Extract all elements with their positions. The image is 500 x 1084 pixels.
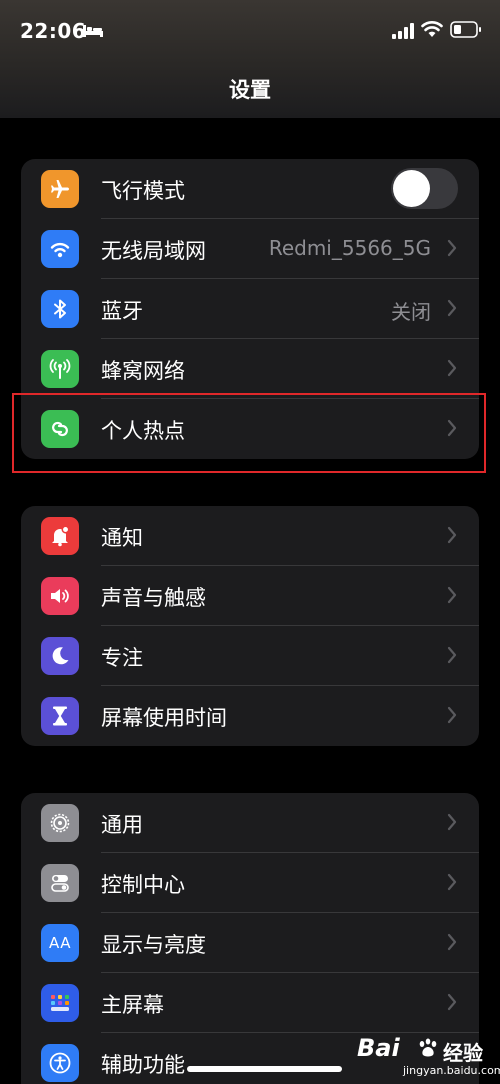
settings-row-label: 飞行模式 xyxy=(101,179,185,203)
wifi-status-icon xyxy=(421,21,443,37)
chevron-right-icon xyxy=(447,813,457,831)
watermark-suffix: 经验 xyxy=(443,1041,483,1065)
settings-row-display-brightness[interactable]: AA 显示与亮度 xyxy=(21,913,479,973)
settings-row-label: 专注 xyxy=(101,646,143,670)
home-indicator[interactable] xyxy=(187,1066,342,1072)
chevron-right-icon xyxy=(447,646,457,664)
settings-row-label: 显示与亮度 xyxy=(101,933,206,957)
baidu-jingyan-watermark: Bai 经验 jingyan.baidu.com xyxy=(357,1034,500,1080)
cellular-signal-icon xyxy=(392,23,414,39)
switches-icon xyxy=(41,864,79,902)
chevron-right-icon xyxy=(447,299,457,317)
settings-group-notifications: 通知 声音与触感 专注 屏幕使用时间 xyxy=(21,506,479,746)
settings-row-home-screen[interactable]: 主屏幕 xyxy=(21,973,479,1033)
wifi-icon xyxy=(41,230,79,268)
sleep-bed-icon xyxy=(83,25,103,37)
accessibility-icon xyxy=(41,1044,79,1082)
settings-row-wifi[interactable]: 无线局域网 Redmi_5566_5G xyxy=(21,219,479,279)
settings-row-label: 声音与触感 xyxy=(101,586,206,610)
settings-row-label: 辅助功能 xyxy=(101,1053,185,1077)
chevron-right-icon xyxy=(447,993,457,1011)
settings-row-label: 通知 xyxy=(101,526,143,550)
text-size-icon: AA xyxy=(41,924,79,962)
settings-row-screen-time[interactable]: 屏幕使用时间 xyxy=(21,686,479,746)
status-bar: 22:06 xyxy=(0,0,500,60)
settings-row-label: 蜂窝网络 xyxy=(101,359,185,383)
bluetooth-status: 关闭 xyxy=(391,300,431,324)
chevron-right-icon xyxy=(447,239,457,257)
settings-row-label: 屏幕使用时间 xyxy=(101,706,227,730)
hourglass-icon xyxy=(41,697,79,735)
antenna-icon xyxy=(41,350,79,388)
settings-row-focus[interactable]: 专注 xyxy=(21,626,479,686)
settings-row-general[interactable]: 通用 xyxy=(21,793,479,853)
settings-row-cellular[interactable]: 蜂窝网络 xyxy=(21,339,479,399)
wifi-network-name: Redmi_5566_5G xyxy=(268,236,431,260)
battery-icon xyxy=(450,21,481,38)
chevron-right-icon xyxy=(447,873,457,891)
settings-row-label: 无线局域网 xyxy=(101,239,206,263)
settings-row-label: 蓝牙 xyxy=(101,299,143,323)
chevron-right-icon xyxy=(447,586,457,604)
chevron-right-icon xyxy=(447,526,457,544)
bell-icon xyxy=(41,517,79,555)
chevron-right-icon xyxy=(447,706,457,724)
home-grid-icon xyxy=(41,984,79,1022)
status-time: 22:06 xyxy=(20,19,87,43)
settings-row-control-center[interactable]: 控制中心 xyxy=(21,853,479,913)
bluetooth-icon xyxy=(41,290,79,328)
moon-icon xyxy=(41,637,79,675)
navigation-bar: 22:06 设置 xyxy=(0,0,500,118)
settings-row-label: 主屏幕 xyxy=(101,993,164,1017)
settings-row-sounds-haptics[interactable]: 声音与触感 xyxy=(21,566,479,626)
chevron-right-icon xyxy=(447,359,457,377)
airplane-mode-toggle[interactable] xyxy=(391,168,458,209)
settings-row-airplane-mode: 飞行模式 xyxy=(21,159,479,219)
page-title: 设置 xyxy=(229,78,271,102)
settings-row-label: 通用 xyxy=(101,813,143,837)
watermark-url: jingyan.baidu.com xyxy=(403,1064,500,1077)
settings-row-bluetooth[interactable]: 蓝牙 关闭 xyxy=(21,279,479,339)
settings-row-notifications[interactable]: 通知 xyxy=(21,506,479,566)
gear-icon xyxy=(41,804,79,842)
airplane-icon xyxy=(41,170,79,208)
watermark-brand: Bai xyxy=(357,1034,400,1062)
settings-row-label: 控制中心 xyxy=(101,873,185,897)
toggle-knob xyxy=(393,170,430,207)
highlight-annotation-box xyxy=(12,393,486,473)
chevron-right-icon xyxy=(447,933,457,951)
speaker-icon xyxy=(41,577,79,615)
paw-logo-icon xyxy=(419,1038,437,1057)
